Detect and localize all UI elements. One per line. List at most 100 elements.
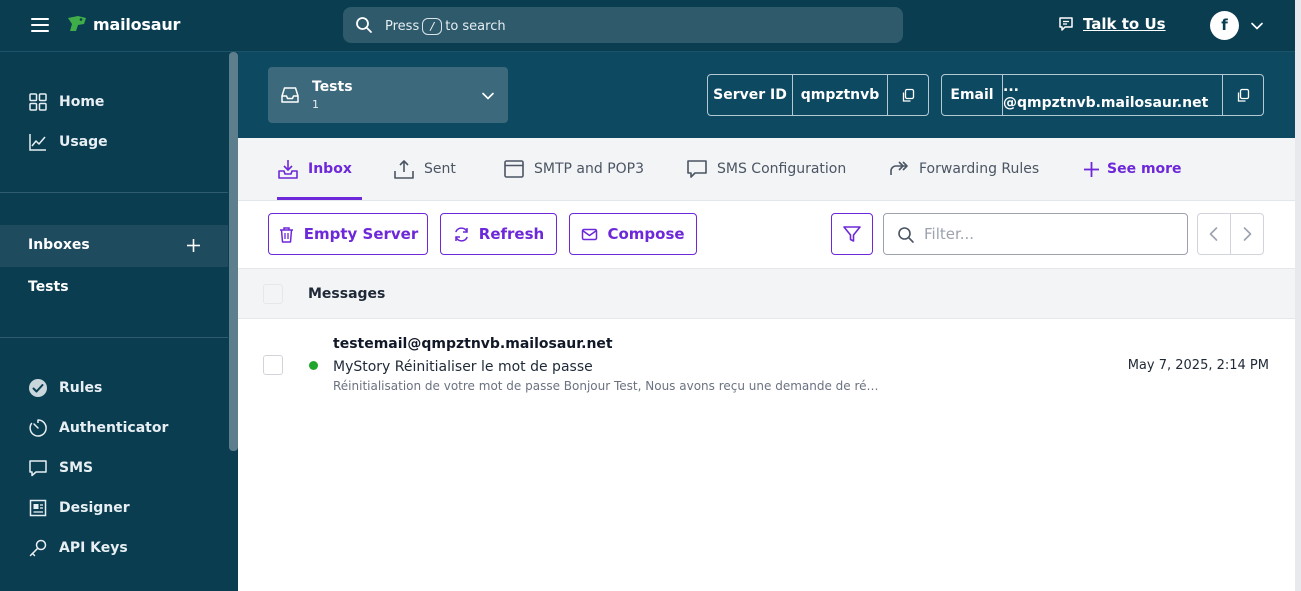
compose-button[interactable]: Compose [569,213,697,255]
copy-icon [902,88,914,102]
filter-input[interactable] [924,223,1174,245]
inbox-icon [281,87,299,103]
tab-smtp-and-pop3[interactable]: SMTP and POP3 [503,138,644,200]
avatar[interactable]: f [1210,11,1239,40]
table-row[interactable]: testemail@qmpztnvb.mailosaur.net MyStory… [238,320,1295,410]
server-id-value: qmpztnvb [793,75,888,115]
copy-server-id-button[interactable] [888,75,928,115]
search-icon [356,17,372,33]
previous-page-button[interactable] [1198,214,1231,254]
filter-toggle-button[interactable] [831,213,873,255]
sidebar-divider [0,192,228,193]
tab-forwarding-rules[interactable]: Forwarding Rules [888,138,1039,200]
sidebar-item-label: Home [59,94,105,110]
chat-icon [687,160,707,178]
chevron-left-icon [1209,227,1218,241]
search-shortcut-key: / [422,18,443,35]
sidebar-item-label: Designer [59,500,130,516]
sidebar-item-usage[interactable]: Usage [28,132,108,152]
tab-label: Forwarding Rules [919,161,1040,177]
envelope-icon [582,228,598,240]
compose-label: Compose [607,225,685,243]
search-bar[interactable]: Press / to search [343,7,903,43]
chevron-down-icon[interactable] [1250,19,1264,33]
message-date: May 7, 2025, 2:14 PM [1127,358,1269,373]
messages-table-header: Messages [238,268,1295,319]
tab-label: Inbox [308,161,352,177]
tab-inbox[interactable]: Inbox [277,138,362,200]
add-inbox-icon[interactable] [186,238,201,253]
menu-icon[interactable] [29,15,51,35]
tab-label: Sent [424,161,456,177]
search-hint: Press / to search [385,18,506,35]
server-id-label: Server ID [708,75,793,115]
mailosaur-logo-icon [68,16,86,31]
see-more-label: See more [1107,161,1182,177]
select-all-checkbox[interactable] [263,284,283,304]
sidebar-item-label: Usage [59,134,108,150]
sidebar-item-rules[interactable]: Rules [28,378,102,398]
logo[interactable]: mailosaur [66,14,180,34]
sidebar-item-label: Rules [59,380,103,396]
sidebar-item-api-keys[interactable]: API Keys [28,538,128,558]
sidebar-item-tests[interactable]: Tests [28,279,69,295]
search-prefix: Press [385,19,420,34]
refresh-label: Refresh [478,225,545,243]
funnel-icon [843,226,861,242]
chevron-right-icon [1243,227,1252,241]
tab-sent[interactable]: Sent [393,138,456,200]
server-selector[interactable]: Tests 1 [268,67,508,123]
copy-icon [1237,88,1249,102]
trash-icon [279,226,293,243]
talk-to-us-link[interactable]: Talk to Us [1057,15,1166,33]
tab-sms-configuration[interactable]: SMS Configuration [686,138,846,200]
see-more-button[interactable]: See more [1083,138,1182,200]
top-bar: mailosaur Press / to search Talk to Us f [0,0,1301,52]
email-label: Email [942,75,1003,115]
forward-icon [890,161,908,175]
empty-server-label: Empty Server [303,225,419,243]
sidebar-scrollbar[interactable] [229,52,238,451]
server-header: Tests 1 Server ID qmpztnvb Email ... @qm… [238,52,1295,138]
timer-icon [29,419,47,437]
brand-name: mailosaur [93,14,181,34]
sidebar-item-designer[interactable]: Designer [28,498,130,518]
plus-icon [1084,161,1099,177]
tab-label: SMTP and POP3 [534,161,645,177]
server-tabs: Inbox Sent SMTP and POP3 SMS Configurati… [238,138,1295,201]
inbox-download-icon [278,160,298,179]
server-id-chip: Server ID qmpztnvb [707,74,929,116]
search-suffix: to search [445,19,506,34]
unread-indicator [309,361,318,370]
sidebar-item-label: SMS [59,460,94,476]
sidebar-divider [0,337,228,338]
filter-field[interactable] [883,213,1188,255]
row-checkbox[interactable] [263,355,283,375]
empty-server-button[interactable]: Empty Server [268,213,428,255]
sidebar-item-home[interactable]: Home [28,92,104,112]
key-icon [29,539,47,557]
refresh-button[interactable]: Refresh [440,213,557,255]
email-value: ... @qmpztnvb.mailosaur.net [1003,75,1223,115]
talk-to-us-label: Talk to Us [1083,15,1166,33]
check-circle-icon [29,379,47,397]
message-subject: MyStory Réinitialiser le mot de passe [333,359,593,375]
chat-icon [29,460,47,477]
sidebar-item-authenticator[interactable]: Authenticator [28,418,168,438]
next-page-button[interactable] [1231,214,1264,254]
window-icon [504,160,524,178]
email-chip: Email ... @qmpztnvb.mailosaur.net [941,74,1264,116]
grid-icon [29,93,47,111]
page-scrollbar[interactable] [1295,0,1301,591]
messages-column-header: Messages [308,286,386,302]
server-name: Tests [312,79,353,95]
pagination [1197,213,1264,255]
copy-email-button[interactable] [1223,75,1263,115]
sidebar-item-inboxes[interactable]: Inboxes [0,225,228,267]
chat-icon [1059,17,1073,31]
sidebar-item-label: API Keys [59,540,128,556]
server-message-count: 1 [312,98,319,111]
message-preview: Réinitialisation de votre mot de passe B… [333,379,879,393]
chart-line-icon [29,134,46,151]
sidebar-item-sms[interactable]: SMS [28,458,93,478]
